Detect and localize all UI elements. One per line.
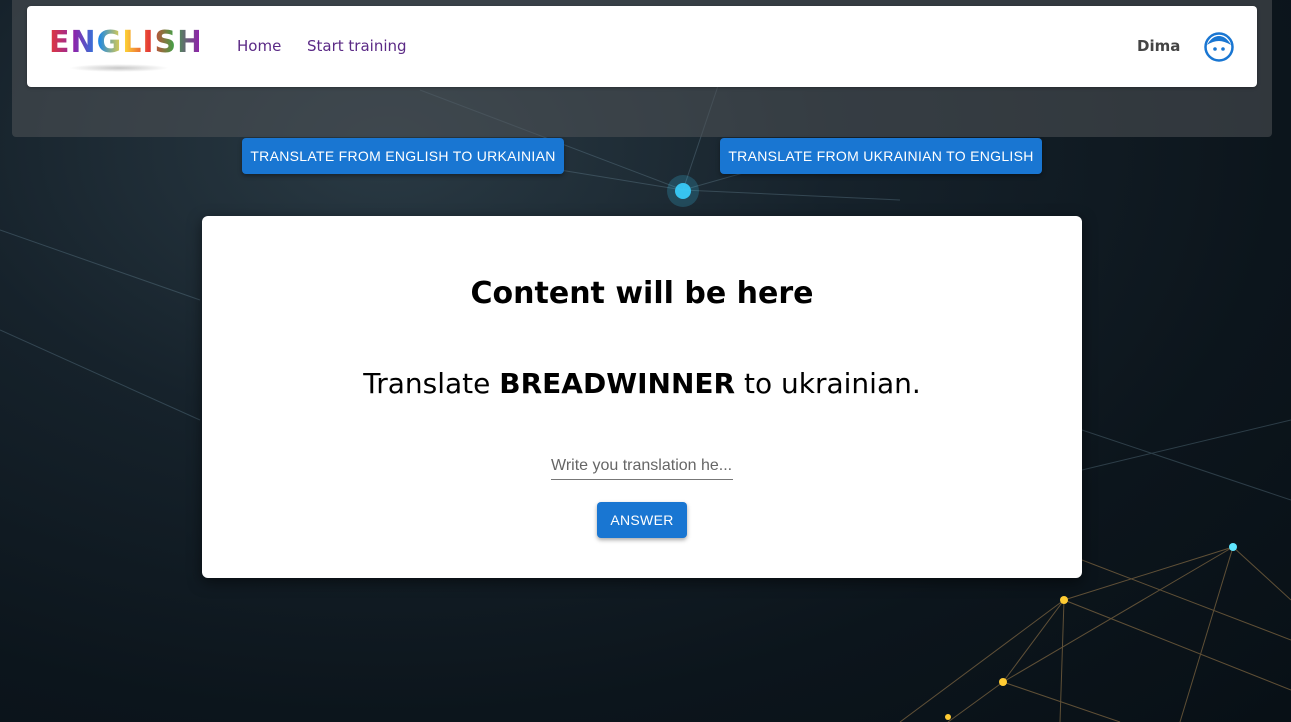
card-title: Content will be here [470, 276, 814, 311]
question-word: BREADWINNER [499, 367, 736, 400]
translate-en-to-uk-button[interactable]: TRANSLATE FROM ENGLISH TO URKAINIAN [242, 138, 564, 174]
question-prefix: Translate [363, 367, 500, 400]
training-card: Content will be here Translate BREADWINN… [202, 216, 1082, 578]
top-navbar: ENGLISH Home Start training Dima [27, 6, 1257, 87]
user-face-icon[interactable] [1204, 32, 1234, 62]
translate-uk-to-en-button[interactable]: TRANSLATE FROM UKRAINIAN TO ENGLISH [720, 138, 1042, 174]
english-logo[interactable]: ENGLISH [49, 25, 204, 72]
user-name: Dima [1137, 37, 1181, 55]
nav-link-home[interactable]: Home [237, 37, 281, 55]
logo-text: ENGLISH [49, 25, 204, 60]
nav-link-start-training[interactable]: Start training [307, 37, 407, 55]
logo-shadow [69, 64, 169, 72]
translation-input[interactable] [551, 453, 733, 480]
question-text: Translate BREADWINNER to ukrainian. [202, 367, 1082, 400]
question-suffix: to ukrainian. [735, 367, 921, 400]
answer-button[interactable]: ANSWER [597, 502, 687, 538]
